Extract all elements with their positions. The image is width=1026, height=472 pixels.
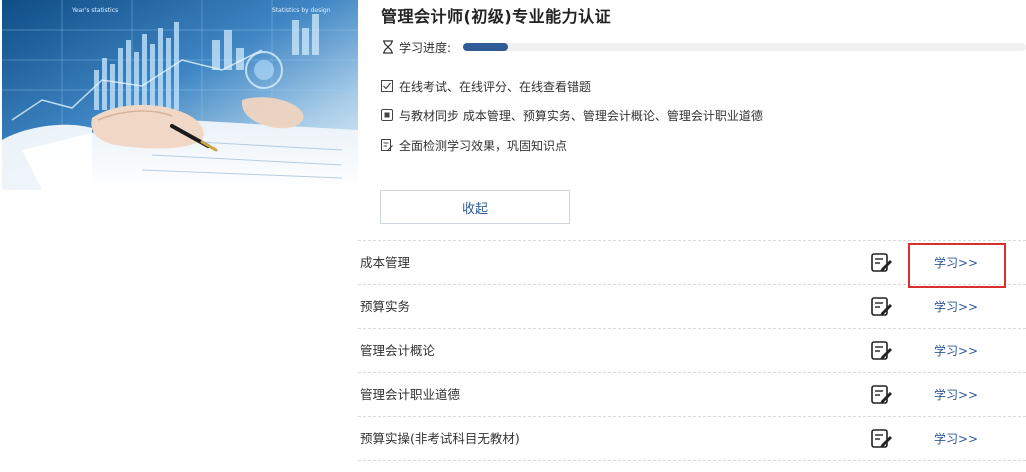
- highlight-annotation-box: [908, 243, 1006, 288]
- progress-bar-fill: [463, 43, 508, 51]
- feature-assessment: 全面检测学习效果，巩固知识点: [381, 136, 567, 154]
- chapter-row: 管理会计概论 学习>>: [358, 328, 1026, 372]
- study-link[interactable]: 学习>>: [934, 329, 978, 373]
- study-link[interactable]: 学习>>: [934, 373, 978, 417]
- edit-notes-icon[interactable]: [871, 341, 893, 361]
- collapse-button[interactable]: 收起: [380, 190, 570, 224]
- chapter-name: 管理会计概论: [360, 343, 436, 358]
- edit-notes-icon[interactable]: [871, 429, 893, 449]
- study-link[interactable]: 学习>>: [934, 285, 978, 329]
- book-icon: [381, 109, 393, 121]
- chapter-name: 预算实务: [360, 299, 411, 314]
- chapter-name: 管理会计职业道德: [360, 387, 461, 402]
- study-link[interactable]: 学习>>: [934, 417, 978, 461]
- feature-text: 全面检测学习效果，巩固知识点: [399, 138, 568, 153]
- feature-online-exam: 在线考试、在线评分、在线查看错题: [381, 77, 591, 95]
- chapter-row: 预算实操(非考试科目无教材) 学习>>: [358, 416, 1026, 461]
- progress-bar: [463, 43, 1026, 51]
- edit-notes-icon[interactable]: [871, 297, 893, 317]
- course-cover-image: Year's statistics Statistics by design: [2, 0, 358, 190]
- chapter-name: 成本管理: [360, 255, 411, 270]
- chapter-row: 管理会计职业道德 学习>>: [358, 372, 1026, 416]
- feature-text: 与教材同步 成本管理、预算实务、管理会计概论、管理会计职业道德: [399, 108, 763, 123]
- chapter-name: 预算实操(非考试科目无教材): [360, 431, 520, 446]
- chapter-row: 预算实务 学习>>: [358, 284, 1026, 328]
- svg-text:Statistics by design: Statistics by design: [272, 7, 331, 14]
- progress-label-row: 学习进度:: [381, 38, 451, 56]
- edit-notes-icon[interactable]: [871, 253, 893, 273]
- svg-text:Year's statistics: Year's statistics: [71, 7, 118, 14]
- progress-label: 学习进度:: [399, 40, 452, 55]
- hourglass-icon: [383, 40, 393, 54]
- feature-text: 在线考试、在线评分、在线查看错题: [399, 79, 592, 94]
- feature-textbook-sync: 与教材同步 成本管理、预算实务、管理会计概论、管理会计职业道德: [381, 106, 763, 124]
- course-title: 管理会计师(初级)专业能力认证: [381, 7, 612, 26]
- notepad-icon: [381, 139, 393, 151]
- edit-notes-icon[interactable]: [871, 385, 893, 405]
- checkbox-icon: [381, 80, 393, 92]
